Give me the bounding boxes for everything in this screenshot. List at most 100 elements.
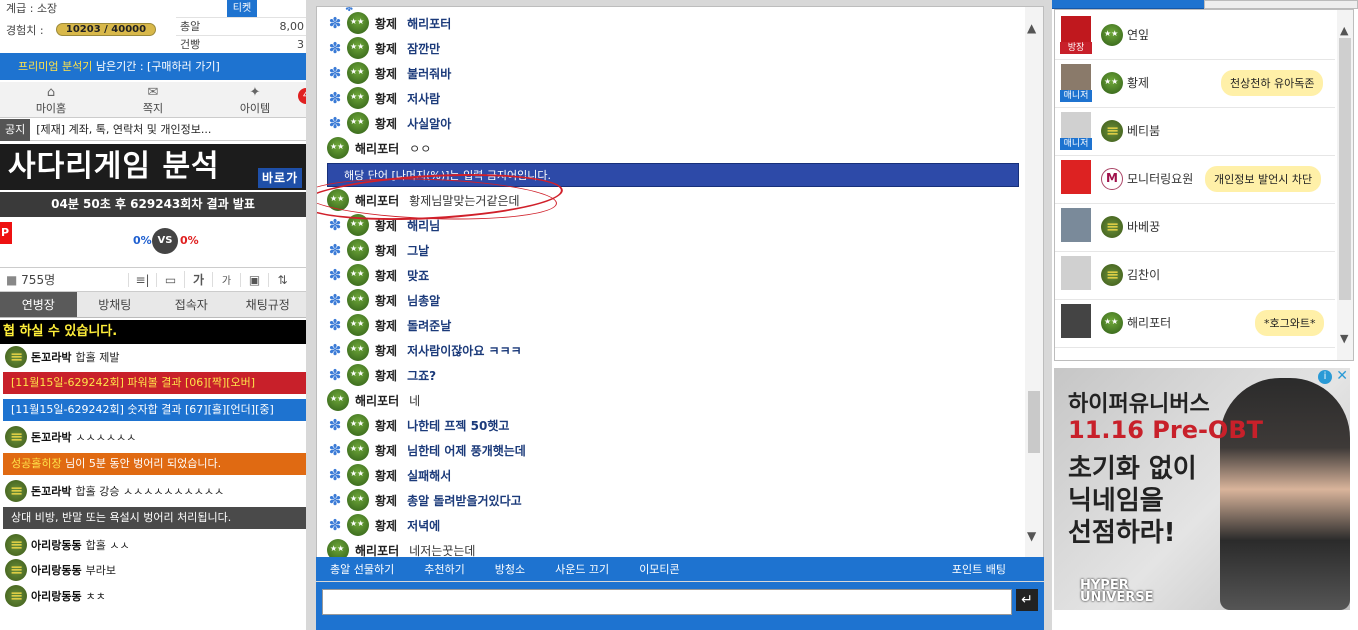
user-count: ■ 755명 — [6, 273, 56, 287]
rank-badge-icon — [347, 239, 369, 261]
save-icon[interactable]: ▣ — [240, 272, 268, 287]
ad-close-icon[interactable]: ✕ — [1336, 368, 1348, 384]
nav-message[interactable]: ✉ 쪽지 — [102, 82, 204, 117]
tab-users[interactable]: 접속자 — [153, 292, 230, 317]
chat-username[interactable]: 황제 — [375, 65, 397, 82]
list-item: ✽ 황제 해리포터 — [327, 12, 451, 34]
scroll-thumb[interactable] — [1339, 38, 1351, 300]
sound-off-button[interactable]: 사운드 끄기 — [555, 561, 609, 577]
chat-username[interactable]: 황제 — [375, 492, 397, 509]
chat-username[interactable]: 황제 — [375, 40, 397, 57]
list-item: ✽ 황제 저사람이잖아요 ㅋㅋㅋ — [327, 339, 522, 361]
user-list-item[interactable]: 모니터링요원 개인정보 발언시 차단 — [1055, 156, 1335, 204]
snowflake-icon: ✽ — [328, 341, 342, 359]
chat-username[interactable]: 황제 — [375, 115, 397, 132]
chat-text: 맞죠 — [407, 268, 430, 283]
chat-username[interactable]: 황제 — [375, 367, 397, 384]
list-item: ✽ 황제 총알 돌려받을거있다고 — [327, 489, 522, 511]
point-bet-button[interactable]: 포인트 배팅 — [952, 561, 1006, 577]
rank-badge-icon — [5, 559, 27, 581]
user-list-item[interactable]: 해리포터 *호그와트* — [1055, 300, 1335, 348]
rank-badge-icon — [327, 389, 349, 411]
chat-scrollbar[interactable]: ▲ ▼ — [1025, 7, 1043, 557]
tab-chat-rules[interactable]: 채팅규정 — [230, 292, 307, 317]
snowflake-icon: ✽ — [328, 416, 342, 434]
chat-text: 잠깐만 — [407, 41, 441, 56]
nav-item[interactable]: ✦아이템4 — [204, 82, 306, 117]
rank-badge-icon — [347, 62, 369, 84]
chat-username[interactable]: 황제 — [375, 15, 397, 32]
user-list-item[interactable]: 김찬이 — [1055, 252, 1335, 300]
font-small-icon[interactable]: 가 — [212, 272, 240, 287]
ad-line-2: 11.16 Pre-OBT — [1068, 416, 1263, 444]
stat-value: 3 — [297, 38, 304, 51]
status-bubble: *호그와트* — [1255, 310, 1325, 336]
chat-username[interactable]: 해리포터 — [355, 542, 399, 558]
gift-bullet-button[interactable]: 총알 선물하기 — [330, 561, 394, 577]
chat-username[interactable]: 황제 — [375, 467, 397, 484]
chat-input[interactable] — [322, 589, 1012, 615]
vs-circle: VS — [152, 228, 178, 254]
vs-panel: P 0% VS 0% — [0, 218, 306, 264]
clear-room-button[interactable]: 방청소 — [495, 561, 525, 577]
window-icon[interactable]: ▭ — [156, 272, 184, 287]
user-list-item[interactable]: 바베꿍 — [1055, 204, 1335, 252]
chat-username[interactable]: 황제 — [375, 90, 397, 107]
chat-username[interactable]: 황제 — [375, 442, 397, 459]
home-icon: ⌂ — [46, 85, 56, 100]
font-large-icon[interactable]: 가 — [184, 271, 212, 288]
rank-badge-icon — [1101, 216, 1123, 238]
recommend-button[interactable]: 추천하기 — [424, 561, 464, 577]
list-item: 돈꼬라박합홀 강승 ㅅㅅㅅㅅㅅㅅㅅㅅㅅㅅ — [0, 480, 306, 502]
tab-user-list[interactable] — [1052, 0, 1204, 9]
warning-bar: 상대 비방, 반말 또는 욕설시 벙어리 처리됩니다. — [3, 507, 306, 529]
user-list-scrollbar[interactable]: ▲ ▼ — [1337, 10, 1353, 360]
sort-icon[interactable]: ⇅ — [268, 272, 296, 287]
scroll-down-icon: ▼ — [1340, 332, 1349, 345]
stat-row: 티켓 — [176, 0, 306, 18]
snowflake-icon: ✽ — [328, 491, 342, 509]
nav-myhome[interactable]: ⌂ 마이홈 — [0, 82, 102, 117]
chat-username[interactable]: 해리포터 — [355, 140, 399, 157]
rank-badge-icon — [327, 137, 349, 159]
chat-username[interactable]: 황제 — [375, 292, 397, 309]
rank-badge-icon — [1101, 168, 1123, 190]
list-item: ✽ 황제 사실알아 — [327, 112, 451, 134]
shortcut-link[interactable]: 바로가 — [258, 168, 303, 188]
snowflake-icon: ✽ — [328, 291, 342, 309]
chat-username[interactable]: 황제 — [375, 517, 397, 534]
scroll-thumb[interactable] — [1028, 391, 1040, 453]
tab-drill-ground[interactable]: 연병장 — [0, 292, 77, 317]
user-list-item[interactable]: 방장 연잎 — [1055, 12, 1335, 60]
enter-icon[interactable]: ↵ — [1016, 589, 1038, 611]
result-bar-powerball: [11월15일-629242회] 파워볼 결과 [06][짝][오버] — [3, 372, 306, 394]
list-item: 해리포터 네저는꿋는데 — [327, 539, 476, 558]
tab-other[interactable] — [1204, 0, 1358, 9]
scroll-down-icon[interactable]: ▼ — [1027, 529, 1036, 543]
chat-username[interactable]: 황제 — [375, 267, 397, 284]
user-list-item[interactable]: 매니저 베티붐 — [1055, 108, 1335, 156]
user-list-item[interactable]: 매니저 황제 천상천하 유아독존 — [1055, 60, 1335, 108]
chat-message-area: ✽ ✽황제해리포터✽황제잠깐만✽황제불러줘바✽황제저사람✽황제사실알아해리포터ㅇ… — [316, 6, 1044, 558]
tab-room-chat[interactable]: 방채팅 — [77, 292, 154, 317]
snowflake-icon: ✽ — [328, 89, 342, 107]
chat-username[interactable]: 황제 — [375, 317, 397, 334]
chat-text: 네저는꿋는데 — [409, 543, 476, 558]
chat-username[interactable]: 황제 — [375, 342, 397, 359]
chat-text: 나한테 프젝 50햇고 — [407, 418, 510, 433]
ad-info-icon[interactable]: i — [1318, 370, 1332, 384]
emoticon-button[interactable]: 이모티콘 — [639, 561, 679, 577]
advertisement-banner[interactable]: 하이퍼유니버스 11.16 Pre-OBT 초기화 없이 닉네임을 선점하라! … — [1054, 368, 1350, 610]
user-list-tabs — [1052, 0, 1358, 9]
notice-bar[interactable]: 공지 [제재] 계좌, 톡, 연락처 및 개인정보... — [0, 119, 306, 141]
snowflake-icon: ✽ — [328, 241, 342, 259]
chat-username[interactable]: 황제 — [375, 417, 397, 434]
scroll-up-icon[interactable]: ▲ — [1027, 21, 1036, 35]
chat-username[interactable]: 황제 — [375, 242, 397, 259]
vs-right-percent: 0% — [180, 234, 199, 247]
rank-label: 계급 : 소장 — [6, 2, 58, 15]
premium-analyzer-link[interactable]: 프리미엄 분석기 남은기간 : [구매하러 가기] — [0, 53, 306, 80]
chat-username[interactable]: 해리포터 — [355, 392, 399, 409]
list-icon[interactable]: ≡| — [128, 272, 156, 287]
chat-text: 사실알아 — [407, 116, 452, 131]
